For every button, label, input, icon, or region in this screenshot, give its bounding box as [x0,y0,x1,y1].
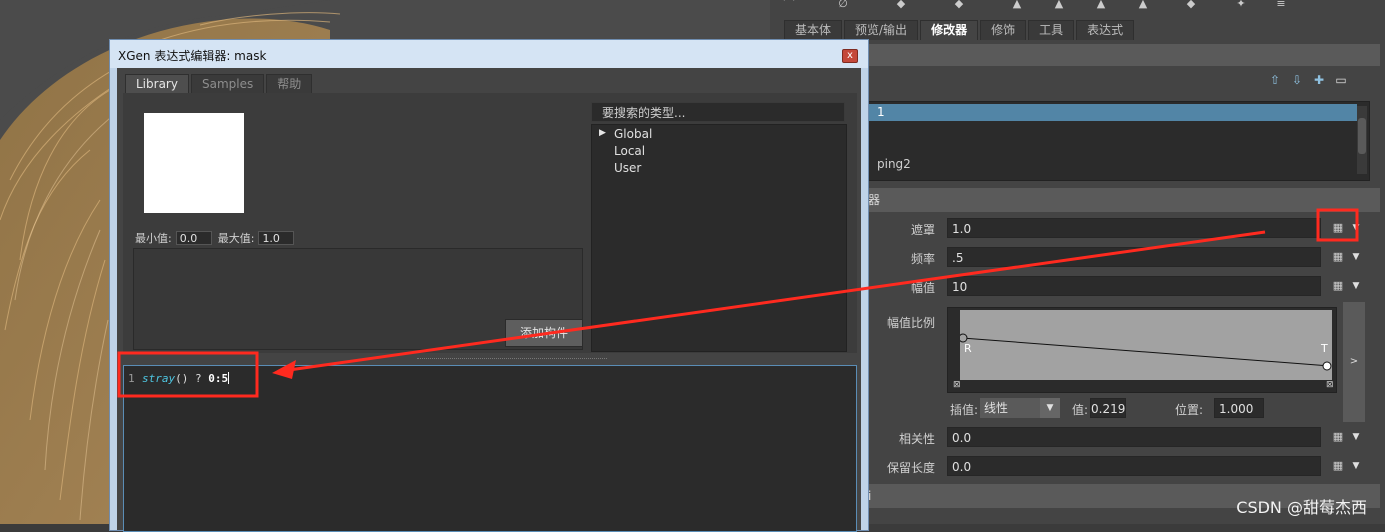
tab-grooming[interactable]: 修饰 [980,20,1027,40]
tab-utilities[interactable]: 工具 [1028,20,1075,40]
tab-help[interactable]: 帮助 [266,74,313,93]
preserve-length-field[interactable]: 0.0 [947,456,1321,476]
expand-triangle-icon[interactable]: ▶ [599,128,606,138]
expression-editor-window: XGen 表达式编辑器: mask x Library Samples 帮助 最… [109,39,869,532]
tool-icon[interactable]: ✦ [1230,0,1252,9]
type-tree[interactable]: ▶ Global Local User [591,124,847,352]
tool-icon[interactable]: ▲ [1090,0,1112,9]
interp-label: 插值: [950,403,979,417]
editor-body: Library Samples 帮助 最小值: 0.0 最大值: 1.0 添加构… [117,68,861,532]
section-header[interactable] [784,44,1380,66]
splitter-handle[interactable] [417,358,607,362]
expression-editor-icon[interactable]: ▦ [1329,279,1347,293]
line-number: 1 [128,372,135,385]
ramp-left-label: R [964,342,972,355]
section-title: 器 [868,193,881,207]
min-label: 最小值: [135,232,172,245]
folder-icon[interactable]: ▭ [1333,73,1349,87]
interpolation-value: 线性 [984,401,1009,415]
tab-preview-output[interactable]: 预览/输出 [844,20,919,40]
type-item-local[interactable]: Local [614,144,645,158]
tool-icon[interactable]: ▲ [1006,0,1028,9]
code-line[interactable]: stray() ? 0:5 [142,372,230,385]
close-icon[interactable]: x [842,49,858,63]
window-titlebar[interactable]: XGen 表达式编辑器: mask x [110,40,868,68]
code-function: stray [142,372,176,385]
modifier-section-header[interactable]: 器 [784,188,1380,212]
magnitude-scale-ramp[interactable]: R T ⊠ ⊠ [947,307,1337,393]
type-item-global[interactable]: Global [614,127,652,141]
editor-tab-bar: Library Samples 帮助 [125,74,313,93]
expression-editor-icon[interactable]: ▦ [1329,221,1347,235]
interpolation-select[interactable]: 线性 ▼ [980,398,1060,418]
ramp-key-start[interactable] [958,333,968,343]
max-value-field[interactable]: 1.0 [258,231,295,245]
mask-field[interactable]: 1.0 [947,218,1321,238]
magnitude-field[interactable]: 10 [947,276,1321,296]
move-up-icon[interactable]: ⇧ [1267,73,1283,87]
tab-samples[interactable]: Samples [190,74,265,93]
modifier-item[interactable]: ping2 [877,157,911,171]
dropdown-arrow-icon[interactable]: ▼ [1350,250,1362,264]
text-caret [228,372,230,384]
tool-icon[interactable]: ≡ [1270,0,1292,9]
ramp-key-marker-icon[interactable]: ⊠ [1326,380,1334,390]
scrollbar[interactable] [1357,106,1367,174]
tool-icon[interactable]: ◆ [1180,0,1202,9]
dropdown-arrow-icon[interactable]: ▼ [1350,279,1362,293]
max-label: 最大值: [217,232,255,245]
code-parens: () [175,372,189,385]
tool-icon[interactable]: ⌒ [778,0,800,9]
tool-icon[interactable]: ▲ [1048,0,1070,9]
move-down-icon[interactable]: ⇩ [1289,73,1305,87]
expression-editor-icon[interactable]: ▦ [1329,430,1347,444]
toolbar-strip: ⌒ ∅ ◆ ◆ ▲ ▲ ▲ ▲ ◆ ✦ ≡ [770,0,1385,18]
ramp-expand-button[interactable]: > [1343,302,1365,422]
range-controls: 最小值: 0.0 最大值: 1.0 [135,230,296,246]
ramp-right-label: T [1321,342,1328,355]
chevron-down-icon: ▼ [1040,398,1060,418]
ramp-key-end[interactable] [1322,361,1332,371]
modifier-item-selected[interactable]: 1 [785,104,1357,121]
ramp-canvas[interactable]: R T [958,310,1332,380]
dropdown-arrow-icon[interactable]: ▼ [1350,459,1362,473]
tab-library[interactable]: Library [125,74,189,93]
type-item-user[interactable]: User [614,161,641,175]
scrollbar-thumb[interactable] [1358,118,1366,154]
type-search-input[interactable]: 要搜索的类型... [591,102,845,122]
ramp-position-field[interactable]: 1.000 [1214,398,1264,418]
window-title: XGen 表达式编辑器: mask [118,49,267,63]
dropdown-arrow-icon[interactable]: ▼ [1350,221,1362,235]
position-label: 位置: [1175,403,1204,417]
frequency-field[interactable]: .5 [947,247,1321,267]
modifier-toolbar: ⇧ ⇩ ✚ ▭ [1267,73,1349,87]
modifier-list[interactable]: 1 ping2 [784,101,1370,181]
dropdown-arrow-icon[interactable]: ▼ [1350,430,1362,444]
add-modifier-icon[interactable]: ✚ [1311,73,1327,87]
add-widget-button[interactable]: 添加构件 [505,319,583,347]
tool-icon[interactable]: ▲ [1132,0,1154,9]
preview-swatch [144,113,244,213]
tool-icon[interactable]: ◆ [948,0,970,9]
tab-primitives[interactable]: 基本体 [784,20,843,40]
value-label: 值: [1072,403,1089,417]
tab-bar: 基本体 预览/输出 修改器 修饰 工具 表达式 [784,20,1135,40]
ramp-key-marker-icon[interactable]: ⊠ [953,380,961,390]
ramp-value-field[interactable]: 0.219 [1090,398,1126,418]
ramp-curve [958,333,1332,371]
correlation-field[interactable]: 0.0 [947,427,1321,447]
expression-editor-icon[interactable]: ▦ [1329,459,1347,473]
code-operator: ? [188,372,209,385]
expression-code-editor[interactable]: 1 stray() ? 0:5 [123,365,857,532]
code-value: 0:5 [208,372,229,385]
tab-expressions[interactable]: 表达式 [1076,20,1135,40]
min-value-field[interactable]: 0.0 [175,231,212,245]
tool-icon[interactable]: ∅ [832,0,854,9]
watermark: CSDN @甜莓杰西 [1236,498,1367,517]
tool-icon[interactable]: ◆ [890,0,912,9]
expression-editor-icon[interactable]: ▦ [1329,250,1347,264]
tab-modifiers[interactable]: 修改器 [920,20,979,40]
library-panel: 最小值: 0.0 最大值: 1.0 添加构件 要搜索的类型... ▶ Globa… [123,93,857,353]
